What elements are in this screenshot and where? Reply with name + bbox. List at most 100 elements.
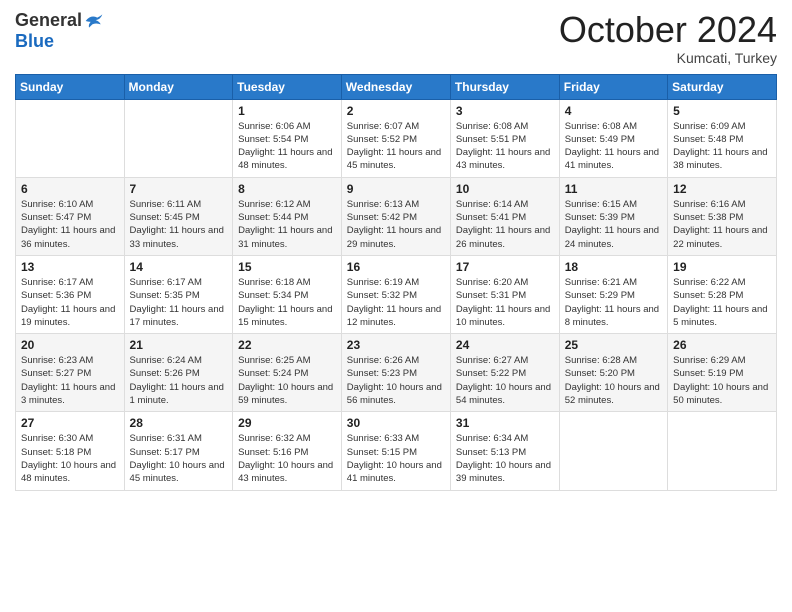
day-number: 12	[673, 182, 771, 196]
day-number: 30	[347, 416, 445, 430]
month-title: October 2024	[559, 10, 777, 50]
calendar-cell: 21 Sunrise: 6:24 AMSunset: 5:26 PMDayligh…	[124, 334, 233, 412]
calendar-cell: 13 Sunrise: 6:17 AMSunset: 5:36 PMDayligh…	[16, 255, 125, 333]
day-info: Sunrise: 6:25 AMSunset: 5:24 PMDaylight:…	[238, 354, 336, 407]
day-number: 27	[21, 416, 119, 430]
day-info: Sunrise: 6:31 AMSunset: 5:17 PMDaylight:…	[130, 432, 228, 485]
day-number: 25	[565, 338, 662, 352]
day-number: 19	[673, 260, 771, 274]
day-info: Sunrise: 6:28 AMSunset: 5:20 PMDaylight:…	[565, 354, 662, 407]
calendar-cell: 17 Sunrise: 6:20 AMSunset: 5:31 PMDayligh…	[450, 255, 559, 333]
day-info: Sunrise: 6:27 AMSunset: 5:22 PMDaylight:…	[456, 354, 554, 407]
calendar-cell: 11 Sunrise: 6:15 AMSunset: 5:39 PMDayligh…	[559, 177, 667, 255]
day-number: 21	[130, 338, 228, 352]
day-info: Sunrise: 6:08 AMSunset: 5:51 PMDaylight:…	[456, 120, 554, 173]
day-info: Sunrise: 6:22 AMSunset: 5:28 PMDaylight:…	[673, 276, 771, 329]
day-number: 8	[238, 182, 336, 196]
day-info: Sunrise: 6:17 AMSunset: 5:35 PMDaylight:…	[130, 276, 228, 329]
location-subtitle: Kumcati, Turkey	[559, 50, 777, 66]
title-block: October 2024 Kumcati, Turkey	[559, 10, 777, 66]
day-info: Sunrise: 6:11 AMSunset: 5:45 PMDaylight:…	[130, 198, 228, 251]
calendar-cell: 16 Sunrise: 6:19 AMSunset: 5:32 PMDayligh…	[341, 255, 450, 333]
weekday-header-sunday: Sunday	[16, 74, 125, 99]
logo-general-text: General	[15, 10, 82, 31]
day-info: Sunrise: 6:15 AMSunset: 5:39 PMDaylight:…	[565, 198, 662, 251]
calendar-week-row: 20 Sunrise: 6:23 AMSunset: 5:27 PMDayligh…	[16, 334, 777, 412]
calendar-cell: 19 Sunrise: 6:22 AMSunset: 5:28 PMDayligh…	[668, 255, 777, 333]
calendar-cell: 3 Sunrise: 6:08 AMSunset: 5:51 PMDaylight…	[450, 99, 559, 177]
calendar-cell: 1Sunrise: 6:06 AMSunset: 5:54 PMDaylight…	[233, 99, 342, 177]
day-info: Sunrise: 6:24 AMSunset: 5:26 PMDaylight:…	[130, 354, 228, 407]
day-info: Sunrise: 6:26 AMSunset: 5:23 PMDaylight:…	[347, 354, 445, 407]
day-info: Sunrise: 6:08 AMSunset: 5:49 PMDaylight:…	[565, 120, 662, 173]
day-number: 11	[565, 182, 662, 196]
calendar-cell: 30 Sunrise: 6:33 AMSunset: 5:15 PMDayligh…	[341, 412, 450, 490]
weekday-header-friday: Friday	[559, 74, 667, 99]
day-info: Sunrise: 6:12 AMSunset: 5:44 PMDaylight:…	[238, 198, 336, 251]
day-number: 23	[347, 338, 445, 352]
calendar-cell: 6Sunrise: 6:10 AMSunset: 5:47 PMDaylight…	[16, 177, 125, 255]
calendar-cell	[124, 99, 233, 177]
day-number: 15	[238, 260, 336, 274]
weekday-header-saturday: Saturday	[668, 74, 777, 99]
day-number: 2	[347, 104, 445, 118]
day-info: Sunrise: 6:17 AMSunset: 5:36 PMDaylight:…	[21, 276, 119, 329]
day-number: 17	[456, 260, 554, 274]
day-number: 24	[456, 338, 554, 352]
day-info: Sunrise: 6:09 AMSunset: 5:48 PMDaylight:…	[673, 120, 771, 173]
day-info: Sunrise: 6:21 AMSunset: 5:29 PMDaylight:…	[565, 276, 662, 329]
day-info: Sunrise: 6:33 AMSunset: 5:15 PMDaylight:…	[347, 432, 445, 485]
calendar-cell: 24 Sunrise: 6:27 AMSunset: 5:22 PMDayligh…	[450, 334, 559, 412]
calendar-cell: 15 Sunrise: 6:18 AMSunset: 5:34 PMDayligh…	[233, 255, 342, 333]
calendar-week-row: 13 Sunrise: 6:17 AMSunset: 5:36 PMDayligh…	[16, 255, 777, 333]
weekday-header-wednesday: Wednesday	[341, 74, 450, 99]
day-number: 26	[673, 338, 771, 352]
logo-bird-icon	[84, 11, 104, 31]
calendar-cell: 23 Sunrise: 6:26 AMSunset: 5:23 PMDayligh…	[341, 334, 450, 412]
day-number: 4	[565, 104, 662, 118]
day-info: Sunrise: 6:13 AMSunset: 5:42 PMDaylight:…	[347, 198, 445, 251]
day-number: 13	[21, 260, 119, 274]
logo-blue-text: Blue	[15, 31, 54, 52]
calendar-cell: 25 Sunrise: 6:28 AMSunset: 5:20 PMDayligh…	[559, 334, 667, 412]
weekday-header-thursday: Thursday	[450, 74, 559, 99]
day-info: Sunrise: 6:30 AMSunset: 5:18 PMDaylight:…	[21, 432, 119, 485]
day-number: 18	[565, 260, 662, 274]
calendar-cell	[16, 99, 125, 177]
day-info: Sunrise: 6:06 AMSunset: 5:54 PMDaylight:…	[238, 120, 336, 173]
calendar-cell	[559, 412, 667, 490]
calendar-cell: 7 Sunrise: 6:11 AMSunset: 5:45 PMDaylight…	[124, 177, 233, 255]
day-info: Sunrise: 6:34 AMSunset: 5:13 PMDaylight:…	[456, 432, 554, 485]
day-number: 14	[130, 260, 228, 274]
calendar-cell: 4 Sunrise: 6:08 AMSunset: 5:49 PMDaylight…	[559, 99, 667, 177]
calendar-cell: 22Sunrise: 6:25 AMSunset: 5:24 PMDayligh…	[233, 334, 342, 412]
calendar-cell: 28 Sunrise: 6:31 AMSunset: 5:17 PMDayligh…	[124, 412, 233, 490]
day-number: 20	[21, 338, 119, 352]
day-number: 7	[130, 182, 228, 196]
day-number: 3	[456, 104, 554, 118]
day-number: 29	[238, 416, 336, 430]
day-info: Sunrise: 6:29 AMSunset: 5:19 PMDaylight:…	[673, 354, 771, 407]
day-number: 10	[456, 182, 554, 196]
page-header: General Blue October 2024 Kumcati, Turke…	[15, 10, 777, 66]
day-info: Sunrise: 6:19 AMSunset: 5:32 PMDaylight:…	[347, 276, 445, 329]
day-info: Sunrise: 6:18 AMSunset: 5:34 PMDaylight:…	[238, 276, 336, 329]
weekday-header-tuesday: Tuesday	[233, 74, 342, 99]
day-number: 9	[347, 182, 445, 196]
calendar-week-row: 1Sunrise: 6:06 AMSunset: 5:54 PMDaylight…	[16, 99, 777, 177]
day-info: Sunrise: 6:20 AMSunset: 5:31 PMDaylight:…	[456, 276, 554, 329]
calendar-week-row: 27 Sunrise: 6:30 AMSunset: 5:18 PMDayligh…	[16, 412, 777, 490]
day-number: 28	[130, 416, 228, 430]
calendar-cell: 9 Sunrise: 6:13 AMSunset: 5:42 PMDaylight…	[341, 177, 450, 255]
day-info: Sunrise: 6:14 AMSunset: 5:41 PMDaylight:…	[456, 198, 554, 251]
day-info: Sunrise: 6:23 AMSunset: 5:27 PMDaylight:…	[21, 354, 119, 407]
calendar-cell: 29Sunrise: 6:32 AMSunset: 5:16 PMDayligh…	[233, 412, 342, 490]
calendar-cell: 12Sunrise: 6:16 AMSunset: 5:38 PMDayligh…	[668, 177, 777, 255]
calendar-cell: 26 Sunrise: 6:29 AMSunset: 5:19 PMDayligh…	[668, 334, 777, 412]
day-info: Sunrise: 6:10 AMSunset: 5:47 PMDaylight:…	[21, 198, 119, 251]
calendar-cell: 2 Sunrise: 6:07 AMSunset: 5:52 PMDaylight…	[341, 99, 450, 177]
day-info: Sunrise: 6:07 AMSunset: 5:52 PMDaylight:…	[347, 120, 445, 173]
day-number: 5	[673, 104, 771, 118]
calendar-cell: 20 Sunrise: 6:23 AMSunset: 5:27 PMDayligh…	[16, 334, 125, 412]
day-number: 16	[347, 260, 445, 274]
